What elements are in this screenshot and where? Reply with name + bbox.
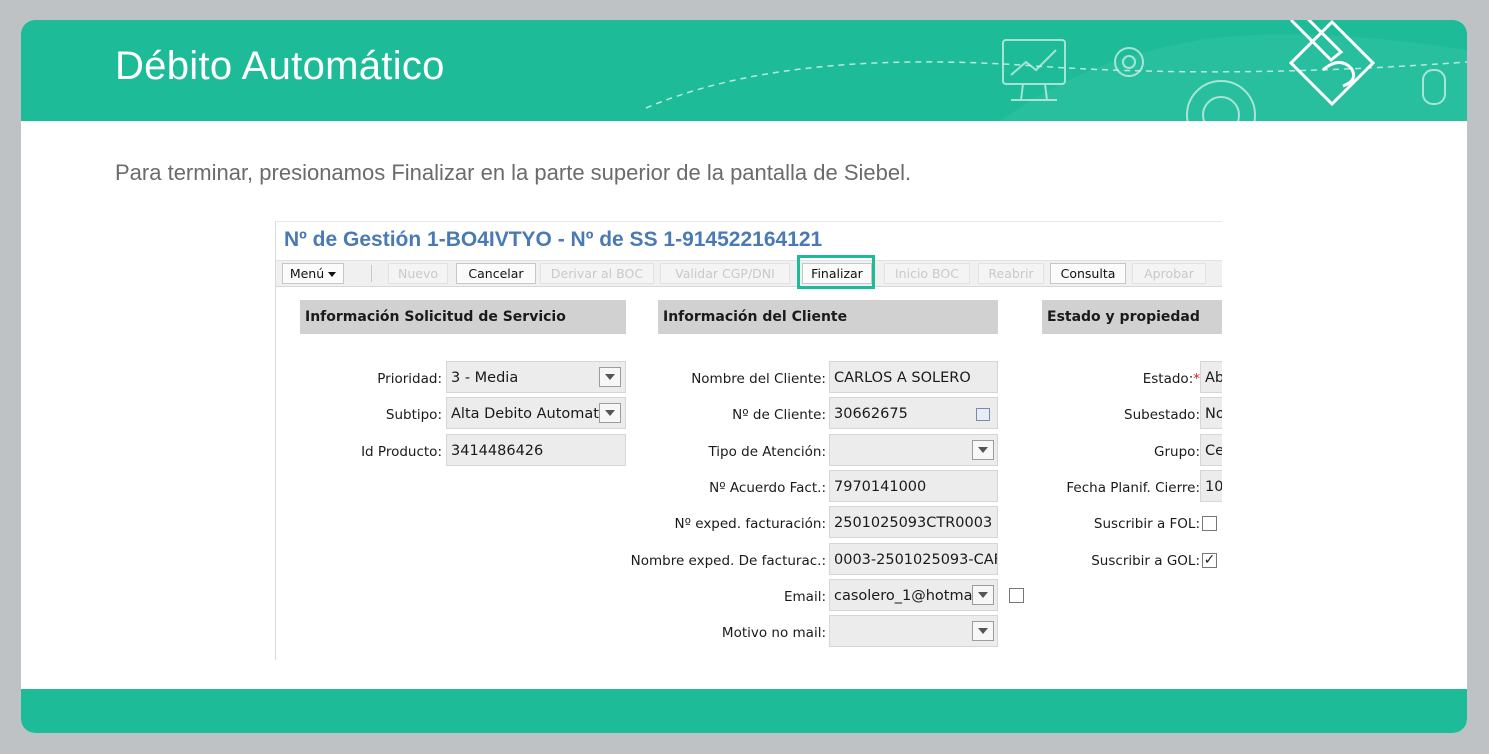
finalizar-highlight-box [797,255,875,289]
slide-title: Débito Automático [115,44,445,88]
nombre-cliente-field[interactable]: CARLOS A SOLERO [829,361,998,393]
grupo-label: Grupo: [1154,444,1200,460]
email-value: casolero_1@hotma [834,588,973,604]
fecha-planif-field[interactable]: 10 [1200,470,1222,502]
consulta-button[interactable]: Consulta [1050,263,1126,284]
section-solicitud-header: Información Solicitud de Servicio [300,300,626,334]
id-producto-label: Id Producto: [361,444,442,460]
instruction-text: Para terminar, presionamos Finalizar en … [115,160,912,185]
tipo-atencion-dropdown-icon[interactable] [972,440,994,460]
siebel-record-title: Nº de Gestión 1-BO4IVTYO - Nº de SS 1-91… [284,228,823,251]
derivar-boc-button[interactable]: Derivar al BOC [540,263,654,284]
slide-footer [21,689,1467,733]
email-dropdown-icon[interactable] [972,585,994,605]
id-producto-value: 3414486426 [451,443,544,459]
validar-cgp-button[interactable]: Validar CGP/DNI [660,263,790,284]
exped-facturacion-value: 2501025093CTR0003 [834,515,993,531]
acuerdo-fact-label: Nº Acuerdo Fact.: [709,480,826,496]
suscribir-fol-checkbox[interactable] [1202,516,1217,531]
slide: Débito Automático Para terminar, presion… [21,20,1467,733]
picker-icon[interactable] [976,408,990,421]
tipo-atencion-label: Tipo de Atención: [708,444,826,460]
aprobar-button[interactable]: Aprobar [1132,263,1206,284]
motivo-no-mail-label: Motivo no mail: [721,625,826,641]
suscribir-fol-label: Suscribir a FOL: [1093,516,1200,532]
nombre-cliente-label: Nombre del Cliente: [691,371,826,387]
prioridad-dropdown-icon[interactable] [599,367,621,387]
menu-button[interactable]: Menú [282,263,344,284]
exped-facturacion-field[interactable]: 2501025093CTR0003 [829,506,998,538]
nombre-cliente-value: CARLOS A SOLERO [834,370,971,386]
acuerdo-fact-value: 7970141000 [834,479,927,495]
section-cliente-header: Información del Cliente [658,300,998,334]
subtipo-dropdown-icon[interactable] [599,403,621,423]
cancelar-button[interactable]: Cancelar [456,263,536,284]
siebel-screenshot: Nº de Gestión 1-BO4IVTYO - Nº de SS 1-91… [275,221,1222,660]
siebel-toolbar: Menú Nuevo Cancelar Derivar al BOC Valid… [276,260,1222,287]
id-producto-field[interactable]: 3414486426 [446,434,626,466]
section-estado-header: Estado y propiedad [1042,300,1222,334]
subestado-label: Subestado: [1124,407,1200,423]
nombre-exped-field[interactable]: 0003-2501025093-CAF [829,543,998,575]
chevron-down-icon [328,272,337,277]
numero-cliente-label: Nº de Cliente: [732,407,826,423]
required-marker: * [1193,371,1200,387]
suscribir-gol-label: Suscribir a GOL: [1091,553,1200,569]
exped-facturacion-label: Nº exped. facturación: [674,516,827,532]
nombre-exped-label: Nombre exped. De facturac.: [630,553,826,569]
slide-header: Débito Automático [21,20,1467,121]
subtipo-label: Subtipo: [385,407,442,423]
subestado-field[interactable]: No [1200,397,1222,429]
email-checkbox[interactable] [1009,588,1024,603]
prioridad-value: 3 - Media [451,370,519,386]
fecha-planif-label: Fecha Planif. Cierre: [1066,480,1200,496]
estado-label-text: Estado: [1142,371,1194,387]
reabrir-button[interactable]: Reabrir [978,263,1044,284]
estado-field[interactable]: Ab [1200,361,1222,393]
nombre-exped-value: 0003-2501025093-CAF [834,552,998,568]
nuevo-button[interactable]: Nuevo [388,263,448,284]
grupo-value: Ce [1205,443,1222,459]
motivo-no-mail-dropdown-icon[interactable] [972,621,994,641]
menu-button-label: Menú [289,266,325,281]
toolbar-separator [371,265,372,282]
prioridad-label: Prioridad: [377,371,442,387]
subtipo-value: Alta Debito Automati [451,406,604,422]
subestado-value: No [1205,406,1222,422]
numero-cliente-value: 30662675 [834,406,908,422]
estado-label: Estado:* [1143,371,1200,387]
estado-value: Ab [1205,370,1222,386]
acuerdo-fact-field[interactable]: 7970141000 [829,470,998,502]
numero-cliente-field[interactable]: 30662675 [829,397,998,429]
suscribir-gol-checkbox[interactable]: ✓ [1202,553,1217,568]
grupo-field[interactable]: Ce [1200,434,1222,466]
email-label: Email: [783,589,826,605]
inicio-boc-button[interactable]: Inicio BOC [884,263,970,284]
fecha-planif-value: 10 [1205,479,1222,495]
